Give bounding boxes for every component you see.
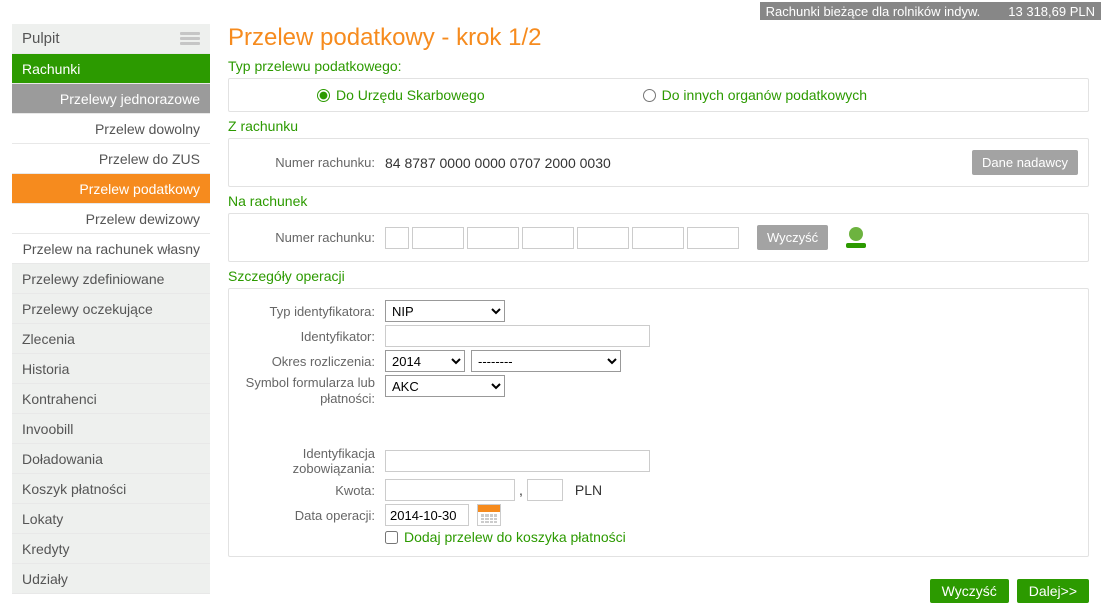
clear-button[interactable]: Wyczyść — [930, 579, 1009, 603]
menu-icon[interactable] — [180, 30, 200, 47]
sidebar-head-pulpit[interactable]: Pulpit — [12, 24, 210, 54]
section-transfer-type: Typ przelewu podatkowego: — [228, 58, 1089, 74]
sidebar-item-3[interactable]: Przelew do ZUS — [12, 144, 210, 174]
section-from-account: Z rachunku — [228, 118, 1089, 134]
sidebar-item-7[interactable]: Przelewy zdefiniowane — [12, 264, 210, 294]
from-account-value: 84 8787 0000 0000 0707 2000 0030 — [385, 155, 611, 171]
sidebar-item-5[interactable]: Przelew dewizowy — [12, 204, 210, 234]
obligation-input[interactable] — [385, 450, 650, 472]
amount-major-input[interactable] — [385, 479, 515, 501]
iban-seg-6[interactable] — [687, 227, 739, 249]
section-to-account: Na rachunek — [228, 193, 1089, 209]
sidebar-item-17[interactable]: Udziały — [12, 564, 210, 594]
iban-seg-3[interactable] — [522, 227, 574, 249]
to-account-segments — [385, 227, 739, 249]
radio-tax-office-input[interactable] — [317, 89, 330, 102]
sender-data-button[interactable]: Dane nadawcy — [972, 150, 1078, 175]
sidebar-head-label: Pulpit — [22, 30, 60, 47]
sidebar-item-0[interactable]: Rachunki — [12, 54, 210, 84]
add-to-basket-label: Dodaj przelew do koszyka płatności — [404, 529, 626, 545]
from-account-label: Numer rachunku: — [239, 155, 385, 170]
iban-seg-5[interactable] — [632, 227, 684, 249]
section-details: Szczegóły operacji — [228, 268, 1089, 284]
radio-other-tax[interactable]: Do innych organów podatkowych — [643, 87, 867, 103]
sidebar-item-4[interactable]: Przelew podatkowy — [12, 174, 210, 204]
sidebar-item-10[interactable]: Historia — [12, 354, 210, 384]
ribbon-amount: 13 318,69 PLN — [1008, 4, 1095, 19]
sidebar-item-15[interactable]: Lokaty — [12, 504, 210, 534]
account-ribbon: Rachunki bieżące dla rolników indyw. 13 … — [760, 2, 1101, 20]
iban-seg-1[interactable] — [412, 227, 464, 249]
id-input[interactable] — [385, 325, 650, 347]
to-account-label: Numer rachunku: — [239, 230, 385, 245]
period-year-select[interactable]: 2014 — [385, 350, 465, 372]
radio-tax-office-label: Do Urzędu Skarbowego — [336, 87, 485, 103]
iban-seg-4[interactable] — [577, 227, 629, 249]
iban-seg-2[interactable] — [467, 227, 519, 249]
sidebar-item-14[interactable]: Koszyk płatności — [12, 474, 210, 504]
amount-label: Kwota: — [239, 483, 385, 498]
sidebar-item-11[interactable]: Kontrahenci — [12, 384, 210, 414]
sidebar-item-2[interactable]: Przelew dowolny — [12, 114, 210, 144]
page-title: Przelew podatkowy - krok 1/2 — [228, 24, 1089, 52]
main-content: Przelew podatkowy - krok 1/2 Typ przelew… — [210, 24, 1105, 613]
obligation-label: Identyfikacja zobowiązania: — [239, 446, 385, 476]
sidebar-item-6[interactable]: Przelew na rachunek własny — [12, 234, 210, 264]
sidebar: Pulpit RachunkiPrzelewy jednorazowePrzel… — [0, 24, 210, 613]
add-to-basket-checkbox[interactable] — [385, 531, 398, 544]
sidebar-item-8[interactable]: Przelewy oczekujące — [12, 294, 210, 324]
calendar-icon[interactable] — [477, 504, 501, 526]
sidebar-item-13[interactable]: Doładowania — [12, 444, 210, 474]
sidebar-item-1[interactable]: Przelewy jednorazowe — [12, 84, 210, 114]
period-detail-select[interactable]: -------- — [471, 350, 621, 372]
radio-other-tax-input[interactable] — [643, 89, 656, 102]
panel-to-account: Numer rachunku: Wyczyść — [228, 213, 1089, 262]
next-button[interactable]: Dalej>> — [1017, 579, 1089, 603]
date-label: Data operacji: — [239, 508, 385, 523]
id-type-label: Typ identyfikatora: — [239, 304, 385, 319]
ribbon-label: Rachunki bieżące dla rolników indyw. — [766, 4, 981, 19]
period-label: Okres rozliczenia: — [239, 354, 385, 369]
sidebar-item-9[interactable]: Zlecenia — [12, 324, 210, 354]
panel-transfer-type: Do Urzędu Skarbowego Do innych organów p… — [228, 78, 1089, 112]
iban-seg-0[interactable] — [385, 227, 409, 249]
radio-tax-office[interactable]: Do Urzędu Skarbowego — [317, 87, 485, 103]
currency-label: PLN — [575, 482, 602, 498]
date-input[interactable] — [385, 504, 469, 526]
radio-other-tax-label: Do innych organów podatkowych — [662, 87, 867, 103]
sidebar-item-12[interactable]: Invoobill — [12, 414, 210, 444]
clear-iban-button[interactable]: Wyczyść — [757, 225, 828, 250]
panel-from-account: Numer rachunku: 84 8787 0000 0000 0707 2… — [228, 138, 1089, 187]
panel-details: Typ identyfikatora: NIP Identyfikator: O… — [228, 288, 1089, 557]
id-type-select[interactable]: NIP — [385, 300, 505, 322]
symbol-label: Symbol formularza lub płatności: — [239, 375, 385, 406]
amount-minor-input[interactable] — [527, 479, 563, 501]
add-to-basket[interactable]: Dodaj przelew do koszyka płatności — [385, 529, 626, 545]
symbol-select[interactable]: AKC — [385, 375, 505, 397]
contact-icon[interactable] — [846, 227, 866, 248]
id-label: Identyfikator: — [239, 329, 385, 344]
sidebar-item-16[interactable]: Kredyty — [12, 534, 210, 564]
